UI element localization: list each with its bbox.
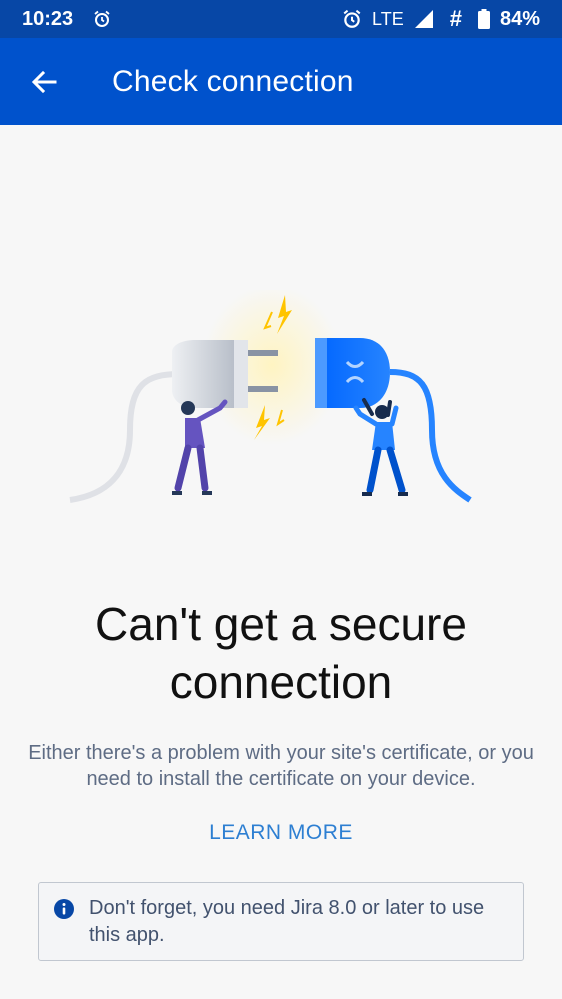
- app-bar: Check connection: [0, 38, 562, 125]
- alarm-icon: [94, 10, 110, 27]
- battery-icon: [477, 9, 490, 29]
- notice-text: Don't forget, you need Jira 8.0 or later…: [89, 897, 485, 946]
- learn-more-link[interactable]: LEARN MORE: [0, 821, 562, 845]
- alarm-icon: [343, 9, 361, 28]
- signal-icon: [414, 10, 433, 28]
- battery-level: 84%: [499, 7, 540, 30]
- plug-connection-illustration: [60, 290, 480, 503]
- arrow-left-icon: [31, 70, 57, 93]
- error-heading: Can't get a secure connection: [95, 598, 467, 708]
- info-icon: [54, 899, 74, 919]
- hash-icon: #: [449, 6, 462, 31]
- main-content: Can't get a secure connection Either the…: [0, 125, 562, 999]
- status-bar: 10:23 LTE # 84%: [0, 0, 562, 38]
- page-title: Check connection: [112, 64, 354, 98]
- status-time: 10:23: [22, 7, 74, 30]
- back-button[interactable]: [0, 38, 88, 125]
- error-description: Either there's a problem with your site'…: [28, 742, 534, 790]
- version-notice: Don't forget, you need Jira 8.0 or later…: [38, 882, 524, 961]
- network-type: LTE: [372, 8, 404, 29]
